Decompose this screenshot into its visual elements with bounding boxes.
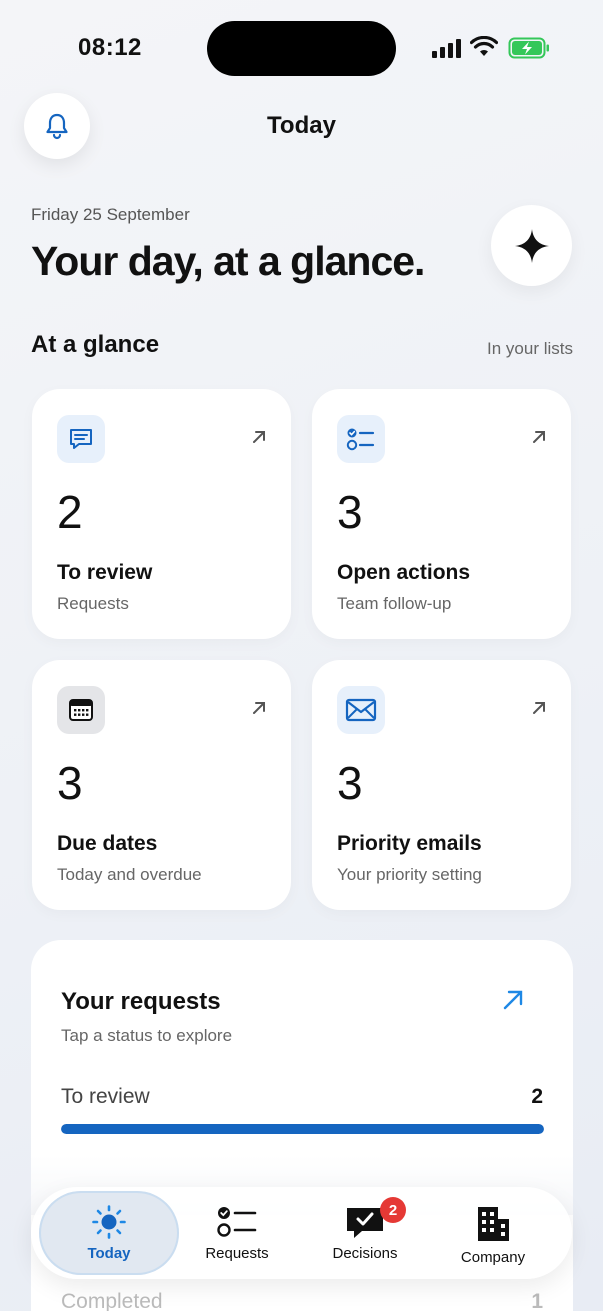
tab-label: Company <box>460 1249 526 1266</box>
card-sub: Today and overdue <box>57 865 202 884</box>
decisions-badge: 2 <box>380 1197 406 1223</box>
tab-label: Today <box>87 1245 131 1262</box>
card-label: To review <box>57 561 153 584</box>
status-progress-fill <box>61 1124 544 1134</box>
cellular-signal-icon <box>432 38 464 58</box>
glance-card-priority-emails[interactable]: 3 Priority emails Your priority setting <box>312 660 571 910</box>
status-row-to-review-value: 2 <box>531 1085 543 1108</box>
arrow-up-right-icon <box>253 702 265 714</box>
card-sub: Team follow-up <box>337 594 452 613</box>
wifi-icon <box>470 36 498 56</box>
status-time: 08:12 <box>78 34 142 61</box>
ai-assistant-button[interactable] <box>491 205 572 286</box>
date-label: Friday 25 September <box>31 205 190 224</box>
card-label: Due dates <box>57 832 158 855</box>
page-title: Today <box>267 112 336 139</box>
card-count: 3 <box>57 757 83 809</box>
glance-card-open-actions[interactable]: 3 Open actions Team follow-up <box>312 389 571 639</box>
tab-label: Decisions <box>332 1245 398 1262</box>
card-label: Priority emails <box>337 832 482 855</box>
card-count: 3 <box>337 486 363 538</box>
checklist-icon <box>337 415 385 463</box>
arrow-up-right-icon[interactable] <box>501 988 525 1012</box>
tab-label: Requests <box>205 1245 269 1262</box>
status-row-to-review-label[interactable]: To review <box>61 1085 150 1109</box>
card-label: Open actions <box>337 561 471 584</box>
section-title-at-a-glance: At a glance <box>31 331 160 358</box>
battery-charging-icon <box>508 37 549 59</box>
card-sub: Your priority setting <box>337 865 482 884</box>
in-your-lists-link[interactable]: In your lists <box>487 339 573 359</box>
status-row-completed-value: 1 <box>531 1290 543 1311</box>
arrow-up-right-icon <box>533 431 545 443</box>
status-progress-bar <box>61 1124 544 1134</box>
tab-today[interactable]: Today <box>39 1191 179 1275</box>
requests-title: Your requests <box>61 988 221 1015</box>
card-count: 2 <box>57 486 83 538</box>
tab-requests[interactable]: Requests <box>167 1191 307 1275</box>
checklist-icon <box>217 1207 257 1237</box>
arrow-up-right-icon <box>253 431 265 443</box>
building-icon <box>478 1207 509 1241</box>
sun-icon <box>92 1205 126 1239</box>
status-bar: 08:12 <box>0 0 603 96</box>
headline: Your day, at a glance. <box>31 238 425 284</box>
card-count: 3 <box>337 757 363 809</box>
dynamic-island <box>207 21 396 76</box>
sparkle-icon <box>514 228 549 263</box>
tab-decisions[interactable]: 2 Decisions <box>295 1191 435 1275</box>
chat-icon <box>57 415 105 463</box>
tab-company[interactable]: Company <box>423 1191 563 1275</box>
status-row-completed-label[interactable]: Completed <box>61 1290 163 1311</box>
card-sub: Requests <box>57 594 129 613</box>
tab-bar: Today Requests 2 Decisions Company <box>31 1187 572 1279</box>
envelope-icon <box>337 686 385 734</box>
glance-card-due-dates[interactable]: 3 Due dates Today and overdue <box>32 660 291 910</box>
arrow-up-right-icon <box>533 702 545 714</box>
requests-subtitle: Tap a status to explore <box>61 1026 233 1045</box>
calendar-icon <box>57 686 105 734</box>
glance-card-to-review[interactable]: 2 To review Requests <box>32 389 291 639</box>
